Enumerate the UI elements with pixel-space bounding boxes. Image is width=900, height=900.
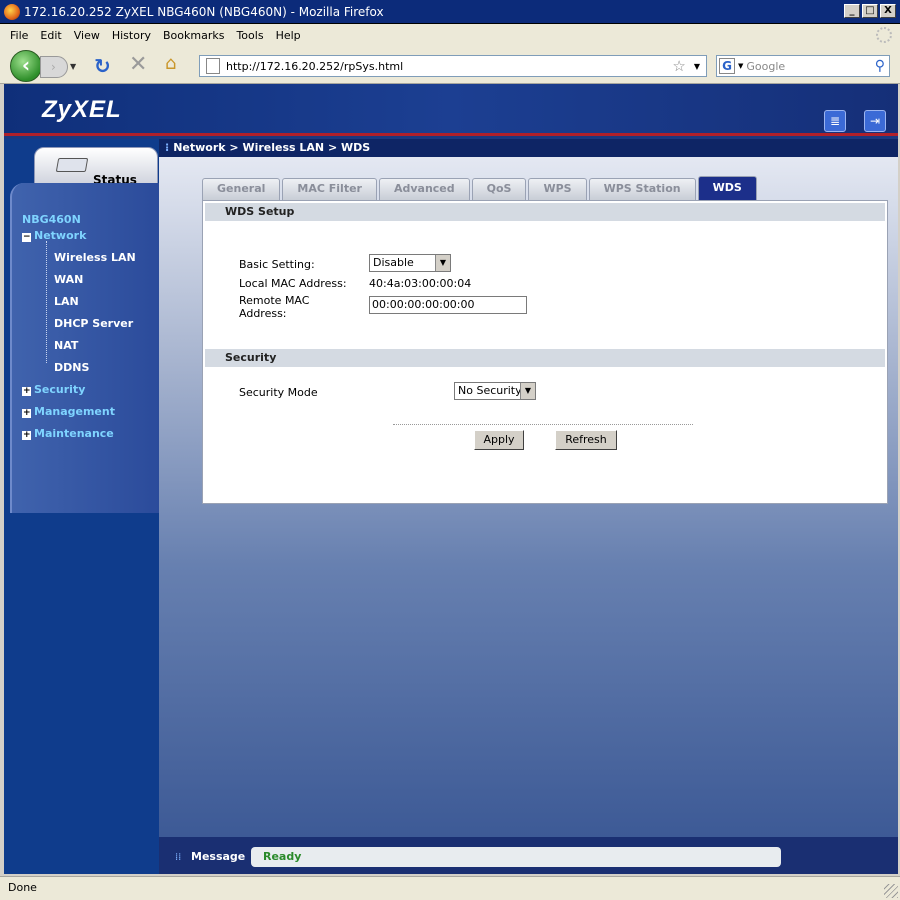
close-button[interactable]: X — [880, 4, 896, 18]
sidebar-item-security[interactable]: + Security — [22, 383, 85, 396]
minimize-button[interactable]: _ — [844, 4, 860, 18]
menu-help[interactable]: Help — [276, 29, 301, 42]
tree-line — [46, 241, 47, 363]
status-bar: Done — [0, 876, 900, 900]
sidebar-item-nat[interactable]: NAT — [54, 339, 78, 352]
search-icon[interactable]: ⚲ — [875, 58, 885, 74]
resize-grip-icon[interactable] — [884, 884, 898, 898]
window-title: 172.16.20.252 ZyXEL NBG460N (NBG460N) - … — [24, 4, 384, 19]
menu-history[interactable]: History — [112, 29, 151, 42]
message-label: Message — [191, 850, 246, 863]
bookmark-star-icon[interactable]: ☆ — [672, 57, 685, 75]
divider — [393, 424, 693, 425]
basic-setting-select[interactable]: Disable ▼ — [369, 254, 451, 272]
remote-mac-input[interactable]: 00:00:00:00:00:00 — [369, 296, 527, 314]
local-mac-label: Local MAC Address: — [239, 277, 347, 290]
tab-qos[interactable]: QoS — [471, 178, 527, 200]
refresh-button[interactable]: Refresh — [555, 430, 617, 450]
url-bar[interactable]: http://172.16.20.252/rpSys.html ☆ ▼ — [199, 55, 707, 77]
apply-button[interactable]: Apply — [474, 430, 524, 450]
router-icon — [55, 158, 89, 172]
security-mode-label: Security Mode — [239, 386, 318, 399]
home-icon[interactable]: ⌂ — [165, 53, 176, 74]
tab-general[interactable]: General — [202, 178, 281, 200]
firefox-icon — [4, 3, 20, 20]
remote-mac-label-line2: Address: — [239, 307, 287, 320]
web-content: ZyXEL ≣ ⇥ Status NBG460N − Network Wirele… — [4, 84, 898, 874]
basic-setting-label: Basic Setting: — [239, 258, 315, 271]
status-text: Done — [8, 881, 37, 894]
wds-setup-heading: WDS Setup — [205, 203, 885, 221]
sidebar-item-dhcp-server[interactable]: DHCP Server — [54, 317, 133, 330]
chevron-down-icon[interactable]: ▼ — [435, 255, 450, 271]
breadcrumb-text: Network > Wireless LAN > WDS — [173, 141, 371, 154]
collapse-icon[interactable]: − — [22, 233, 31, 242]
menu-file[interactable]: File — [10, 29, 28, 42]
search-bar[interactable]: G ▼ Google ⚲ — [716, 55, 890, 77]
tab-strip: General MAC Filter Advanced QoS WPS WPS … — [202, 176, 759, 200]
search-input[interactable]: Google — [746, 60, 874, 73]
maximize-button[interactable]: □ — [862, 4, 878, 18]
url-input[interactable]: http://172.16.20.252/rpSys.html — [226, 60, 672, 73]
tab-wps-station[interactable]: WPS Station — [588, 178, 696, 200]
sidebar-item-maintenance[interactable]: + Maintenance — [22, 427, 114, 440]
tab-wps[interactable]: WPS — [528, 178, 587, 200]
reload-icon[interactable]: ↻ — [94, 54, 111, 78]
sidebar-item-wan[interactable]: WAN — [54, 273, 83, 286]
expand-icon[interactable]: + — [22, 387, 31, 396]
message-field: Ready — [251, 847, 781, 867]
google-icon[interactable]: G — [719, 58, 735, 74]
security-mode-value: No Security — [458, 384, 522, 397]
sidebar-item-label: Network — [34, 229, 87, 242]
expand-icon[interactable]: + — [22, 431, 31, 440]
device-name: NBG460N — [22, 213, 81, 226]
window-title-bar: 172.16.20.252 ZyXEL NBG460N (NBG460N) - … — [0, 0, 900, 24]
zyxel-logo: ZyXEL — [42, 96, 122, 123]
menu-bar: File Edit View History Bookmarks Tools H… — [0, 24, 900, 46]
menu-tools[interactable]: Tools — [236, 29, 263, 42]
breadcrumb-arrow-icon: ⁝ — [165, 141, 170, 154]
menu-bookmarks[interactable]: Bookmarks — [163, 29, 224, 42]
sidebar-item-ddns[interactable]: DDNS — [54, 361, 89, 374]
sidebar-item-lan[interactable]: LAN — [54, 295, 79, 308]
basic-setting-value: Disable — [373, 256, 414, 269]
logout-icon[interactable]: ⇥ — [864, 110, 886, 132]
sidebar-item-wireless-lan[interactable]: Wireless LAN — [54, 251, 136, 264]
sidebar-item-network[interactable]: − Network — [22, 229, 86, 242]
sidebar: Status NBG460N − Network Wireless LAN WAN… — [4, 139, 159, 874]
breadcrumb: ⁝ Network > Wireless LAN > WDS — [159, 139, 898, 157]
history-dropdown-icon[interactable]: ▼ — [70, 62, 76, 71]
tab-advanced[interactable]: Advanced — [378, 178, 470, 200]
window-controls: _ □ X — [844, 4, 896, 18]
chevron-down-icon[interactable]: ▼ — [520, 383, 535, 399]
page-icon — [206, 58, 220, 74]
remote-mac-label: Remote MAC — [239, 294, 310, 307]
tab-mac-filter[interactable]: MAC Filter — [282, 178, 377, 200]
sidebar-item-label: Management — [34, 405, 115, 418]
security-mode-select[interactable]: No Security ▼ — [454, 382, 536, 400]
menu-edit[interactable]: Edit — [40, 29, 61, 42]
local-mac-value: 40:4a:03:00:00:04 — [369, 277, 472, 290]
navigation-toolbar: ‹ › ▼ ↻ ✕ ⌂ http://172.16.20.252/rpSys.h… — [0, 46, 900, 84]
zyxel-header: ZyXEL ≣ ⇥ — [4, 84, 898, 136]
security-heading: Security — [205, 349, 885, 367]
site-map-icon[interactable]: ≣ — [824, 110, 846, 132]
sidebar-item-label: Security — [34, 383, 86, 396]
message-dots-icon: ⁞⁞ — [175, 852, 182, 863]
stop-icon[interactable]: ✕ — [129, 52, 147, 77]
expand-icon[interactable]: + — [22, 409, 31, 418]
sidebar-item-management[interactable]: + Management — [22, 405, 115, 418]
url-dropdown-icon[interactable]: ▼ — [694, 62, 700, 71]
search-engine-dropdown-icon[interactable]: ▼ — [738, 62, 743, 70]
wds-panel: WDS Setup Basic Setting: Disable ▼ Local… — [202, 200, 888, 504]
throbber-icon — [876, 27, 892, 43]
forward-icon[interactable]: › — [40, 56, 68, 78]
message-bar: ⁞⁞ Message Ready — [159, 837, 898, 874]
sidebar-item-label: Maintenance — [34, 427, 114, 440]
tab-wds[interactable]: WDS — [697, 176, 757, 200]
menu-view[interactable]: View — [74, 29, 100, 42]
menu-panel: NBG460N − Network Wireless LAN WAN LAN DH… — [10, 183, 159, 513]
back-icon[interactable]: ‹ — [10, 50, 42, 82]
